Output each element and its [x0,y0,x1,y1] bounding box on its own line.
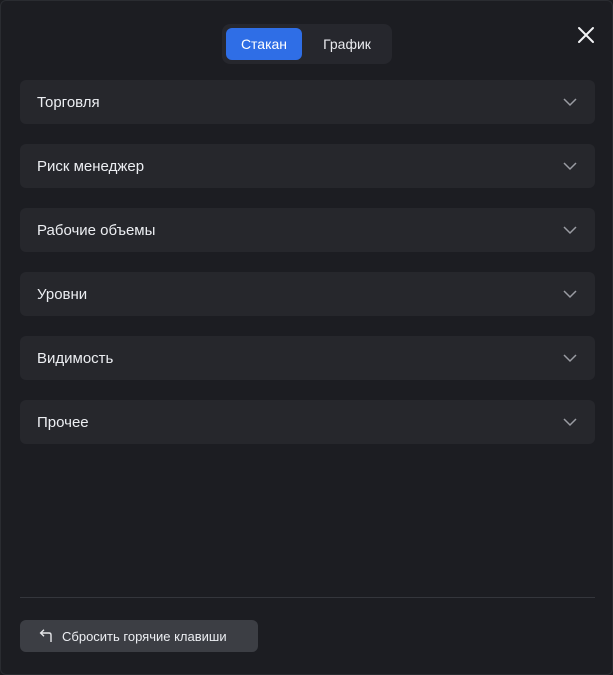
chevron-down-icon [562,350,578,366]
section-working-volumes[interactable]: Рабочие объемы [20,208,595,252]
section-label: Уровни [37,285,88,303]
chevron-down-icon [562,286,578,302]
section-label: Прочее [37,413,89,431]
settings-panel: Стакан График Торговля Риск менеджер Раб… [0,0,613,675]
reset-hotkeys-label: Сбросить горячие клавиши [62,628,227,644]
section-levels[interactable]: Уровни [20,272,595,316]
chevron-down-icon [562,414,578,430]
chevron-down-icon [562,158,578,174]
section-trading[interactable]: Торговля [20,80,595,124]
close-icon [578,27,594,43]
section-risk-manager[interactable]: Риск менеджер [20,144,595,188]
footer-divider [20,597,595,598]
section-label: Видимость [37,349,114,367]
section-other[interactable]: Прочее [20,400,595,444]
view-tabs: Стакан График [222,24,392,64]
tab-stakan[interactable]: Стакан [226,28,302,60]
reset-hotkeys-button[interactable]: Сбросить горячие клавиши [20,620,258,652]
close-button[interactable] [575,24,597,46]
section-label: Рабочие объемы [37,221,156,239]
section-label: Торговля [37,93,100,111]
tab-grafik[interactable]: График [306,28,388,60]
chevron-down-icon [562,222,578,238]
section-label: Риск менеджер [37,157,145,175]
undo-arrow-icon [38,628,54,644]
chevron-down-icon [562,94,578,110]
section-visibility[interactable]: Видимость [20,336,595,380]
